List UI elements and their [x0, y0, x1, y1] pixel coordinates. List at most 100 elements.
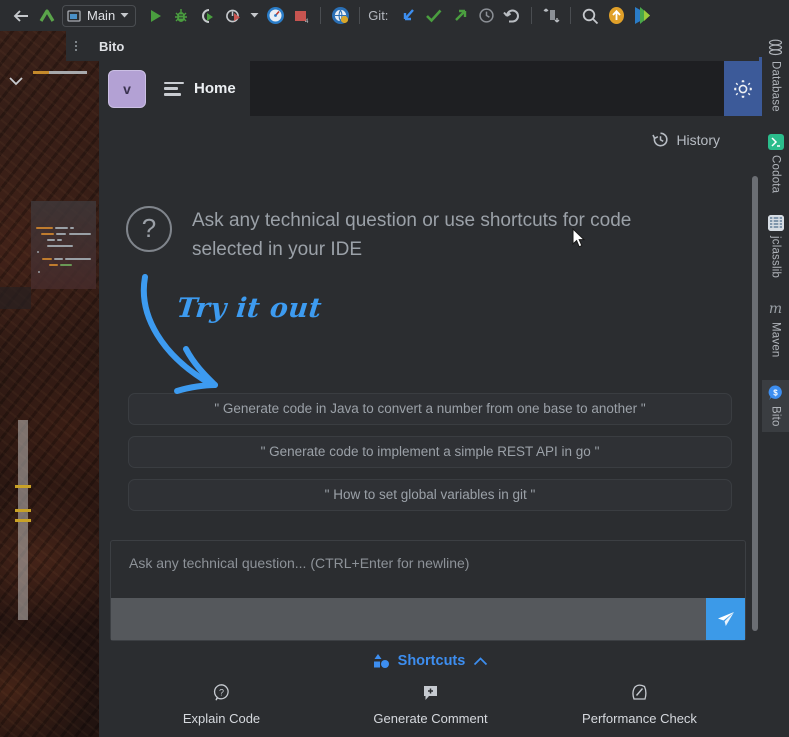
coverage-icon[interactable] [194, 4, 220, 28]
try-it-out-annotation: Try it out [99, 273, 762, 394]
stop-icon[interactable]: 4 [288, 4, 314, 28]
sidebar-item-jclasslib[interactable]: jclasslib [762, 215, 789, 278]
back-arrow-icon[interactable] [8, 4, 34, 28]
sidebar-item-database[interactable]: Database [762, 39, 789, 112]
svg-text:$: $ [773, 388, 778, 397]
chevron-down-icon[interactable] [9, 77, 23, 86]
toolbar-divider [320, 7, 322, 24]
tool-window-header: Bito [66, 31, 789, 61]
sidebar-item-label: Codota [769, 154, 782, 194]
comment-plus-icon [424, 686, 437, 700]
suggestion-list: " Generate code in Java to convert a num… [99, 392, 762, 511]
diff-icon[interactable] [538, 4, 564, 28]
debug-icon[interactable] [168, 4, 194, 28]
suggestion-item[interactable]: " Generate code in Java to convert a num… [128, 392, 732, 425]
profiler-dropdown-icon[interactable] [246, 4, 262, 28]
hero-block: ? Ask any technical question or use shor… [99, 151, 762, 265]
shortcut-label: Explain Code [182, 711, 261, 726]
chevron-down-icon [120, 13, 129, 18]
history-button[interactable]: History [99, 116, 762, 151]
git-label: Git: [368, 8, 389, 23]
sidebar-item-label: Maven [769, 322, 782, 358]
question-input[interactable]: Ask any technical question... (CTRL+Ente… [111, 541, 745, 598]
editor-code-fragment [31, 201, 96, 289]
editor-scrollbar[interactable] [15, 420, 31, 620]
maven-icon: m [769, 301, 782, 317]
shortcut-explain-code[interactable]: ? Explain Code [137, 683, 307, 726]
shortcut-performance-check[interactable]: Performance Check [555, 683, 725, 726]
svg-text:4: 4 [305, 19, 309, 24]
run-config-label: Main [87, 8, 116, 23]
branch-up-icon[interactable] [34, 4, 60, 28]
tool-window-title: Bito [99, 38, 125, 54]
chevron-up-icon[interactable] [473, 656, 488, 666]
search-icon[interactable] [577, 4, 603, 28]
history-label: History [676, 131, 720, 148]
send-button[interactable] [706, 598, 745, 640]
upload-icon[interactable] [603, 4, 629, 28]
panel-body: ? Ask any technical question or use shor… [99, 151, 762, 641]
git-history-icon[interactable] [473, 4, 499, 28]
svg-text:?: ? [219, 688, 224, 698]
shortcut-label: Generate Comment [373, 711, 488, 726]
shortcuts-footer: Shortcuts ? Explain Code Generate Commen… [99, 641, 762, 737]
sidebar-item-label: Database [769, 61, 782, 112]
gauge-icon [632, 684, 647, 700]
question-mark-icon: ? [126, 206, 172, 252]
sidebar-item-bito[interactable]: $ Bito [762, 379, 789, 433]
shortcut-label: Performance Check [582, 711, 697, 726]
bito-icon: $ [768, 385, 782, 400]
panel-top-bar: v Home [99, 61, 762, 116]
send-paper-plane-icon [717, 612, 734, 626]
mouse-cursor [572, 228, 586, 248]
bito-panel: v Home History ? Ask any technical quest… [99, 61, 762, 737]
sidebar-item-codota[interactable]: Codota [762, 133, 789, 194]
shapes-icon [373, 654, 389, 668]
composer: Ask any technical question... (CTRL+Ente… [110, 540, 746, 641]
toolbar-divider [359, 7, 361, 24]
codota-icon [767, 133, 784, 150]
panel-scrollbar[interactable] [752, 176, 758, 631]
toolbar-divider [570, 7, 572, 24]
sidebar-item-maven[interactable]: m Maven [762, 300, 789, 358]
main-toolbar: Main 4 Git: [0, 0, 789, 31]
git-push-icon[interactable] [447, 4, 473, 28]
more-options-icon[interactable] [66, 41, 86, 51]
shortcut-generate-comment[interactable]: Generate Comment [346, 683, 516, 726]
sidebar-item-label: jclasslib [769, 236, 782, 279]
right-tool-bar: Database Codota jclasslib m Maven $ Bito [762, 31, 789, 737]
svg-text:m: m [769, 301, 782, 317]
git-rollback-icon[interactable] [499, 4, 525, 28]
suggestion-item[interactable]: " How to set global variables in git " [128, 478, 732, 511]
panel-nav-left: v Home [99, 61, 250, 116]
database-icon [768, 39, 783, 56]
profiler-icon[interactable] [220, 4, 246, 28]
suggestion-item[interactable]: " Generate code to implement a simple RE… [128, 435, 732, 468]
git-update-icon[interactable] [395, 4, 421, 28]
curved-arrow-down-icon [140, 273, 218, 394]
selection-indicator [759, 57, 762, 97]
composer-toolbar [111, 598, 745, 640]
hamburger-icon[interactable] [164, 81, 184, 96]
run-configuration-selector[interactable]: Main [62, 4, 137, 27]
shortcuts-header[interactable]: Shortcuts [99, 649, 762, 673]
run-icon[interactable] [142, 4, 168, 28]
try-it-out-label: Try it out [175, 292, 324, 324]
avatar[interactable]: v [108, 69, 146, 108]
editor-gutter-shade [0, 287, 31, 309]
sidebar-item-label: Bito [769, 405, 782, 427]
shortcuts-label: Shortcuts [397, 653, 466, 669]
settings-button[interactable] [724, 61, 762, 116]
editor-tab-highlight [33, 71, 49, 74]
remote-dev-icon[interactable] [327, 4, 353, 28]
toolbar-divider [531, 7, 533, 24]
dashboard-icon[interactable] [262, 4, 288, 28]
history-icon [652, 132, 669, 147]
run-config-icon [67, 9, 81, 22]
page-title: Home [194, 80, 236, 97]
hero-text: Ask any technical question or use shortc… [192, 210, 632, 261]
gear-icon [734, 79, 752, 98]
question-bubble-icon: ? [213, 684, 229, 701]
play-gradient-icon[interactable] [629, 4, 655, 28]
git-commit-icon[interactable] [421, 4, 447, 28]
